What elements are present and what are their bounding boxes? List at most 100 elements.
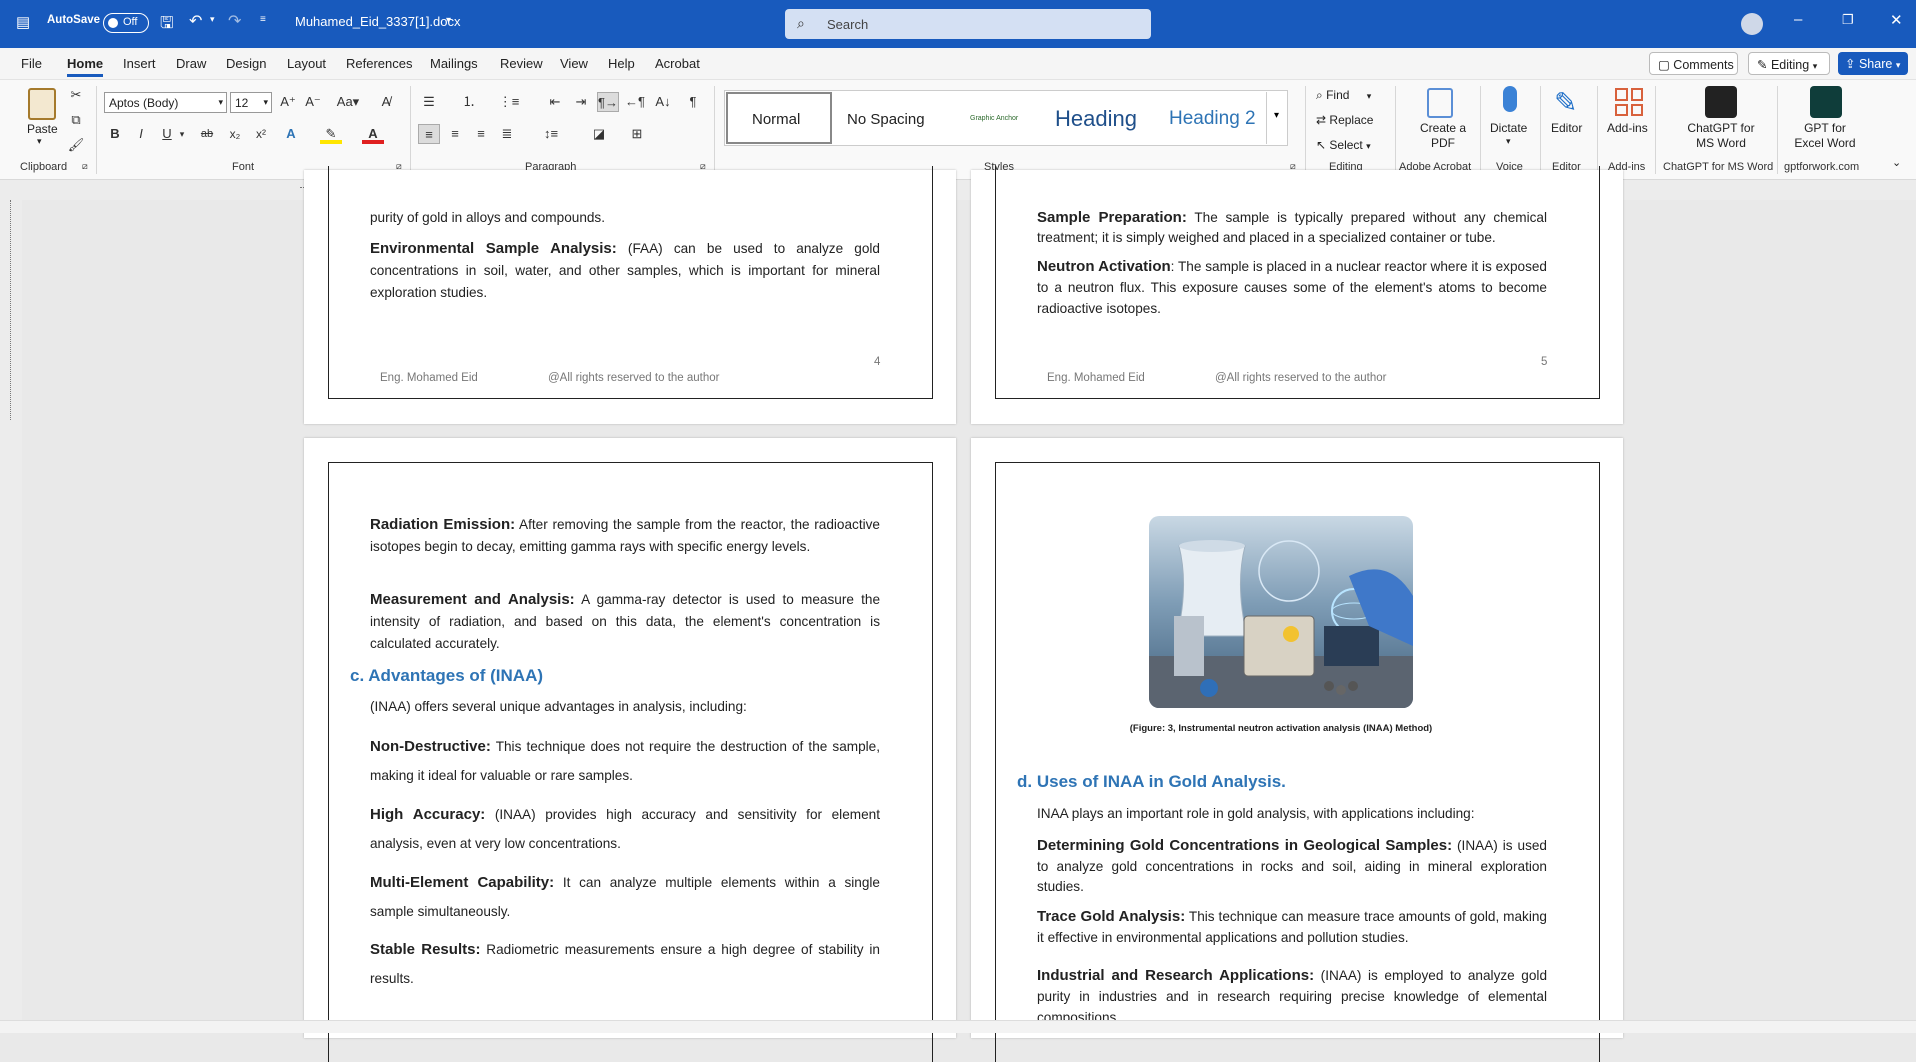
shading-icon[interactable]: ◪ [588, 124, 610, 144]
share-button[interactable]: ⇪ Share ▾ [1838, 52, 1908, 75]
styles-more-button[interactable]: ▾ [1266, 92, 1286, 144]
word-icon[interactable]: ▤ [16, 13, 30, 31]
copy-icon[interactable]: ⧉ [65, 110, 87, 130]
decrease-indent-icon[interactable]: ⇤ [544, 92, 566, 112]
change-case-icon[interactable]: Aa▾ [333, 92, 363, 112]
addins-icon[interactable] [1615, 88, 1643, 116]
restore-icon[interactable]: ❐ [1842, 12, 1854, 28]
clear-formatting-icon[interactable]: A̸ [375, 92, 397, 112]
format-painter-icon[interactable]: 🖌 [65, 135, 87, 155]
autosave-toggle[interactable]: Off [103, 13, 149, 33]
create-pdf-icon[interactable] [1427, 88, 1453, 118]
paragraph[interactable]: purity of gold in alloys and compounds. [370, 207, 880, 229]
menu-layout[interactable]: Layout [287, 56, 326, 71]
paragraph[interactable]: Non-Destructive: This technique does not… [370, 732, 880, 790]
menu-review[interactable]: Review [500, 56, 543, 71]
paragraph[interactable]: Determining Gold Concentrations in Geolo… [1037, 836, 1547, 898]
paragraph[interactable]: Stable Results: Radiometric measurements… [370, 935, 880, 993]
menu-file[interactable]: File [21, 56, 42, 71]
menu-home[interactable]: Home [67, 56, 104, 77]
show-formatting-icon[interactable]: ¶ [682, 92, 704, 112]
paragraph[interactable]: INAA plays an important role in gold ana… [1037, 803, 1547, 825]
dictate-button[interactable]: Dictate [1490, 121, 1527, 135]
microphone-icon[interactable] [1503, 86, 1517, 112]
menu-draw[interactable]: Draw [176, 56, 206, 71]
bold-button[interactable]: B [104, 124, 126, 144]
gpt-excel-icon[interactable] [1810, 86, 1842, 118]
strikethrough-button[interactable]: ab [196, 124, 218, 144]
subscript-button[interactable]: x₂ [224, 124, 246, 144]
menu-references[interactable]: References [346, 56, 412, 71]
editor-icon[interactable]: ✎ [1554, 86, 1577, 119]
paragraph[interactable]: Neutron Activation: The sample is placed… [1037, 256, 1547, 319]
search-input[interactable]: ⌕ Search [785, 9, 1151, 39]
underline-chevron-icon[interactable]: ▾ [176, 124, 188, 144]
paragraph[interactable]: (INAA) offers several unique advantages … [370, 696, 880, 718]
style-no-spacing[interactable]: No Spacing [847, 111, 925, 128]
editor-button[interactable]: Editor [1551, 121, 1582, 135]
horizontal-ruler[interactable]: 1 2 3 4 5 6 ⧖ △ [0, 180, 1916, 200]
replace-button[interactable]: ⇄ Replace [1316, 113, 1373, 127]
text-effects-icon[interactable]: A [280, 124, 302, 144]
paragraph[interactable]: Trace Gold Analysis: This technique can … [1037, 906, 1547, 948]
gpt-excel-button[interactable]: GPT for Excel Word [1790, 121, 1860, 151]
paragraph[interactable]: Industrial and Research Applications: (I… [1037, 965, 1547, 1028]
shrink-font-icon[interactable]: A⁻ [302, 92, 324, 112]
select-button[interactable]: ↖ Select ▾ [1316, 138, 1371, 152]
font-color-icon[interactable]: A [362, 124, 384, 144]
align-right-icon[interactable]: ≡ [470, 124, 492, 144]
filename-chevron-icon[interactable]: ▾ [446, 15, 451, 26]
account-avatar[interactable] [1741, 13, 1763, 35]
paragraph[interactable]: Environmental Sample Analysis: (FAA) can… [370, 238, 880, 304]
align-center-icon[interactable]: ≡ [444, 124, 466, 144]
paragraph[interactable]: Measurement and Analysis: A gamma-ray de… [370, 589, 880, 655]
paragraph[interactable]: High Accuracy: (INAA) provides high accu… [370, 800, 880, 858]
paste-chevron-icon[interactable]: ▾ [37, 136, 42, 147]
font-size-select[interactable]: 12 ▾ [230, 92, 272, 113]
addins-button[interactable]: Add-ins [1607, 121, 1648, 135]
comments-button[interactable]: ▢ Comments [1649, 52, 1738, 75]
borders-icon[interactable]: ⊞ [626, 124, 648, 144]
save-icon[interactable]: 🖫 [160, 12, 174, 39]
align-left-icon[interactable]: ≡ [418, 124, 440, 144]
undo-dropdown-icon[interactable]: ▾ [210, 14, 215, 25]
undo-icon[interactable]: ↶ [189, 11, 202, 31]
paste-icon[interactable] [28, 88, 56, 120]
redo-icon[interactable]: ↷ [228, 11, 241, 31]
paragraph[interactable]: Sample Preparation: The sample is typica… [1037, 208, 1547, 248]
increase-indent-icon[interactable]: ⇥ [570, 92, 592, 112]
minimize-icon[interactable]: – [1794, 11, 1802, 28]
underline-button[interactable]: U [156, 124, 178, 144]
rtl-icon[interactable]: ←¶ [624, 92, 646, 112]
paragraph[interactable]: Radiation Emission: After removing the s… [370, 514, 880, 558]
font-name-select[interactable]: Aptos (Body) ▾ [104, 92, 227, 113]
vertical-ruler[interactable] [0, 200, 22, 1020]
customize-toolbar-icon[interactable]: ≡ [260, 14, 266, 25]
style-graphic-anchor[interactable]: Graphic Anchor [970, 115, 1018, 122]
paste-button[interactable]: Paste [27, 122, 58, 136]
clipboard-launcher-icon[interactable]: ⧄ [82, 161, 88, 172]
editing-mode-button[interactable]: ✎ Editing ▾ [1748, 52, 1830, 75]
chatgpt-button[interactable]: ChatGPT for MS Word [1683, 121, 1759, 151]
paragraph[interactable]: Multi-Element Capability: It can analyze… [370, 868, 880, 926]
figure-image[interactable] [1149, 516, 1413, 708]
dictate-chevron-icon[interactable]: ▾ [1506, 136, 1511, 147]
line-spacing-icon[interactable]: ↕≡ [540, 124, 562, 144]
menu-design[interactable]: Design [226, 56, 266, 71]
close-icon[interactable]: ✕ [1890, 11, 1903, 29]
cut-icon[interactable]: ✂ [65, 85, 87, 105]
menu-help[interactable]: Help [608, 56, 635, 71]
collapse-ribbon-icon[interactable]: ⌄ [1892, 156, 1901, 169]
create-pdf-button[interactable]: Create a PDF [1418, 121, 1468, 151]
style-heading[interactable]: Heading [1055, 106, 1137, 132]
menu-view[interactable]: View [560, 56, 588, 71]
menu-acrobat[interactable]: Acrobat [655, 56, 700, 71]
menu-mailings[interactable]: Mailings [430, 56, 478, 71]
grow-font-icon[interactable]: A⁺ [277, 92, 299, 112]
document-filename[interactable]: Muhamed_Eid_3337[1].docx [295, 14, 461, 29]
bullets-icon[interactable]: ☰ [418, 92, 440, 112]
sort-icon[interactable]: A↓ [652, 92, 674, 112]
italic-button[interactable]: I [130, 124, 152, 144]
style-heading-2[interactable]: Heading 2 [1169, 108, 1256, 130]
multilevel-list-icon[interactable]: ⋮≡ [498, 92, 520, 112]
